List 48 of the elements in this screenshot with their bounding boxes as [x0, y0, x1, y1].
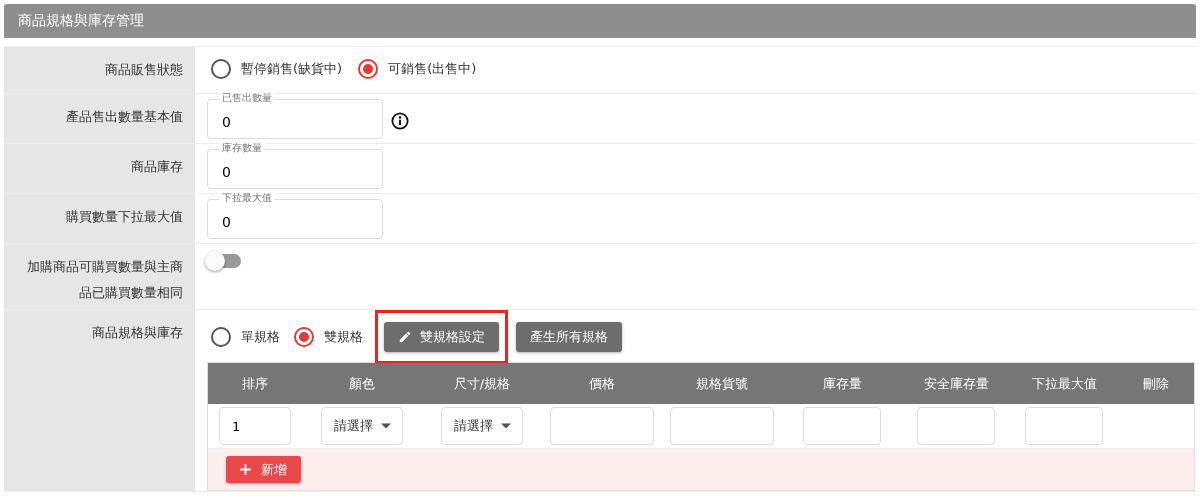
radio-button[interactable] [358, 59, 379, 79]
column-header: 庫存量 [782, 363, 902, 404]
radio-option[interactable]: 可銷售(出售中) [354, 53, 481, 85]
radio-option[interactable]: 雙規格 [290, 321, 367, 353]
radio-label: 可銷售(出售中) [388, 60, 477, 78]
radio-label: 雙規格 [324, 328, 363, 346]
row-label: 商品販售狀態 [4, 47, 195, 93]
radio-option[interactable]: 單規格 [207, 321, 284, 353]
action-button[interactable]: 雙規格設定 [384, 322, 499, 352]
row-label: 商品庫存 [4, 144, 195, 193]
column-header: 尺寸/規格 [422, 363, 542, 404]
field-label: 已售出數量 [219, 92, 275, 104]
radio-button[interactable] [294, 327, 314, 347]
select-dropdown[interactable]: 請選擇 [321, 407, 403, 445]
column-header: 下拉最大值 [1010, 363, 1118, 404]
radio-option[interactable]: 暫停銷售(缺貨中) [207, 53, 347, 85]
plus-icon [240, 464, 251, 475]
cell-input[interactable] [550, 407, 654, 445]
radio-button[interactable] [211, 327, 231, 347]
radio-button[interactable] [211, 59, 231, 79]
caret-icon [500, 423, 511, 429]
column-header: 價格 [542, 363, 662, 404]
cell-input[interactable] [670, 407, 774, 445]
column-header: 規格貨號 [662, 363, 782, 404]
field-label: 下拉最大值 [219, 192, 275, 204]
caret-icon [380, 423, 391, 429]
field-label: 庫存數量 [219, 142, 265, 154]
add-button[interactable]: 新增 [226, 456, 301, 483]
row-label: 加購商品可購買數量與主商品已購買數量相同 [4, 244, 195, 309]
row-label: 產品售出數量基本值 [4, 94, 195, 143]
row-label: 商品規格與庫存 [4, 310, 195, 491]
radio-label: 暫停銷售(缺貨中) [241, 60, 343, 78]
info-icon[interactable] [391, 112, 409, 130]
column-header: 排序 [208, 363, 302, 404]
action-button[interactable]: 產生所有規格 [516, 322, 622, 352]
pencil-icon [398, 330, 412, 344]
cell-input[interactable]: 1 [219, 407, 291, 445]
section-header: 商品規格與庫存管理 [4, 4, 1196, 38]
toggle-switch[interactable] [207, 254, 241, 268]
column-header: 安全庫存量 [902, 363, 1010, 404]
cell-input[interactable] [917, 407, 995, 445]
radio-label: 單規格 [241, 328, 280, 346]
select-dropdown[interactable]: 請選擇 [441, 407, 523, 445]
column-header: 顏色 [302, 363, 422, 404]
cell-input[interactable] [803, 407, 881, 445]
column-header: 刪除 [1118, 363, 1194, 404]
row-label: 購買數量下拉最大值 [4, 194, 195, 243]
cell-input[interactable] [1025, 407, 1103, 445]
